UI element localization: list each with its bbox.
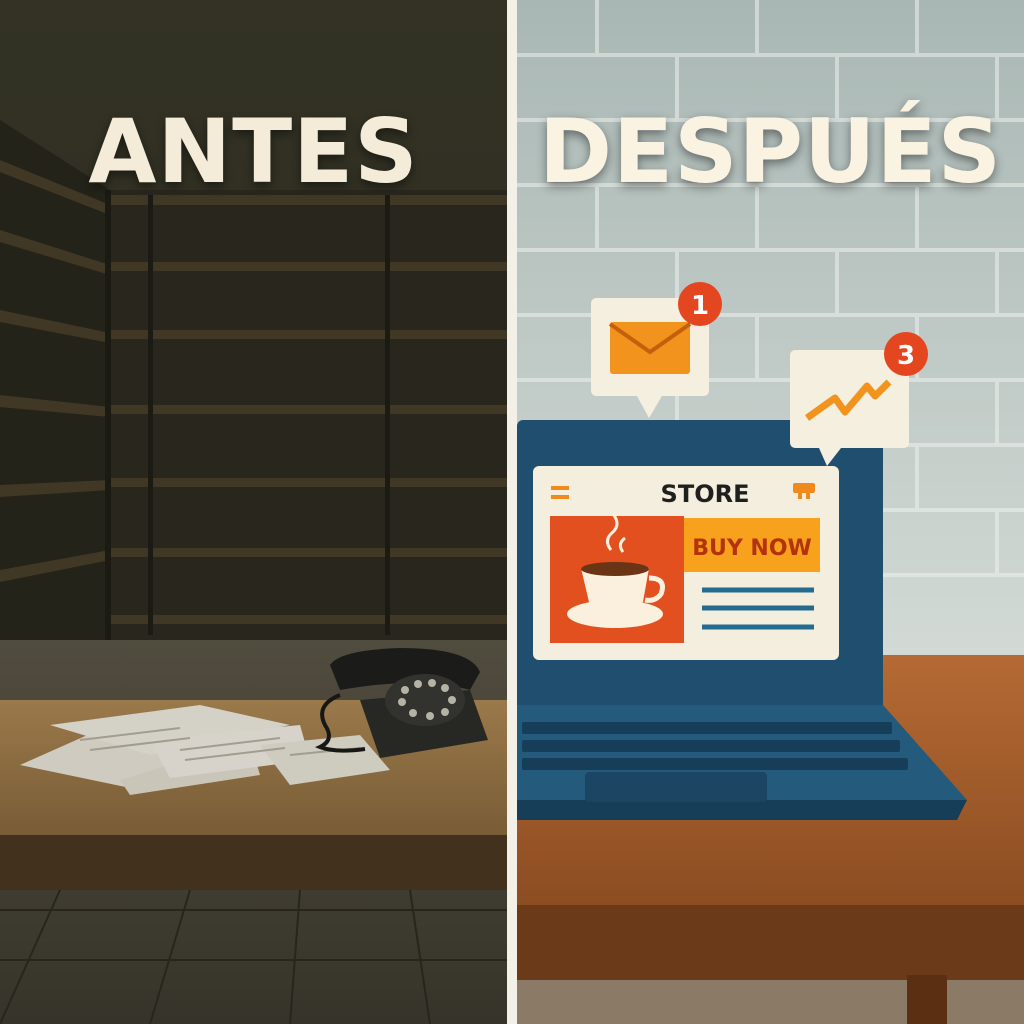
buy-now-label: BUY NOW	[692, 536, 812, 561]
before-panel: ANTES	[0, 0, 507, 1024]
analytics-count: 3	[897, 341, 915, 371]
before-heading: ANTES	[88, 100, 419, 203]
after-panel: STORE BUY NOW 1 3 DESPUÉS	[517, 0, 1024, 1024]
panel-divider	[507, 0, 517, 1024]
analytics-notification[interactable]: 3	[790, 332, 928, 466]
store-title: STORE	[661, 480, 750, 508]
trackpad	[585, 772, 767, 802]
menu-icon	[551, 486, 569, 490]
envelope-icon	[608, 322, 692, 374]
store-screen: STORE BUY NOW	[533, 466, 839, 660]
after-heading: DESPUÉS	[539, 100, 1002, 203]
email-count: 1	[691, 291, 709, 321]
